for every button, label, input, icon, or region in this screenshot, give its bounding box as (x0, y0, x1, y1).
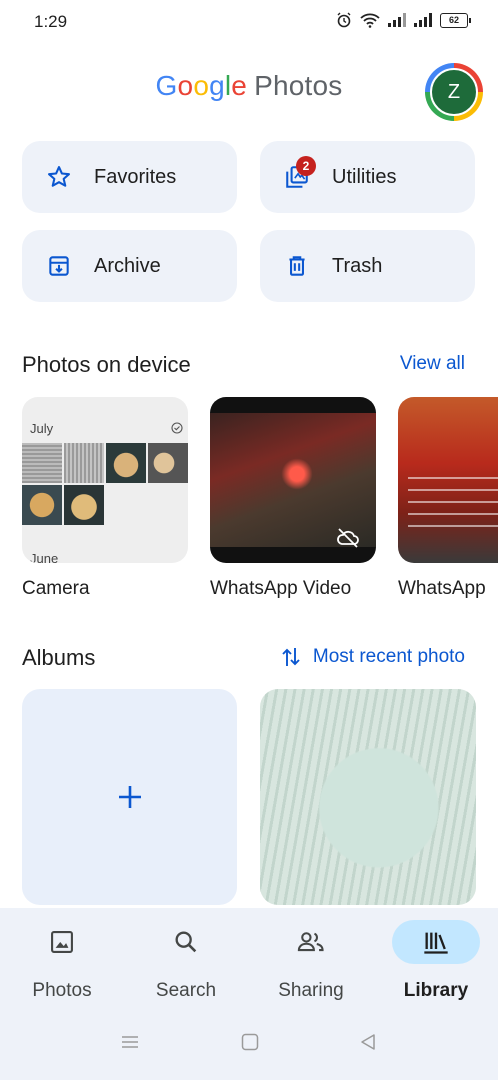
nav-photos[interactable]: Photos (0, 920, 124, 1002)
month-label: July (30, 421, 54, 436)
photo-thumb (22, 443, 62, 483)
account-avatar-button[interactable]: Z (425, 63, 483, 121)
star-icon (44, 162, 74, 192)
utilities-label: Utilities (332, 165, 397, 188)
folder-whatsapp-video-thumbnail[interactable] (210, 397, 376, 563)
folder-whatsapp-thumbnail[interactable] (398, 397, 498, 563)
sort-icon (282, 648, 300, 666)
photo-thumb (64, 443, 104, 483)
check-circle-icon (171, 422, 183, 434)
app-logo: Google Photos (155, 70, 343, 101)
cloud-off-icon (337, 528, 359, 548)
photo-thumb (22, 485, 62, 525)
calligraphy-overlay (408, 467, 498, 527)
trash-icon (282, 251, 312, 281)
trash-button[interactable]: Trash (260, 230, 475, 302)
nav-sharing[interactable]: Sharing (249, 920, 373, 1002)
folder-whatsapp-label[interactable]: WhatsApp (398, 578, 486, 600)
nav-photos-label: Photos (32, 980, 92, 1001)
album-thumbnail[interactable] (260, 689, 476, 905)
favorites-button[interactable]: Favorites (22, 141, 237, 213)
light-glow (280, 457, 314, 491)
back-icon[interactable] (358, 1032, 378, 1057)
photo-thumb (64, 485, 104, 525)
library-icon (392, 920, 480, 964)
albums-title: Albums (22, 645, 96, 670)
nav-library-label: Library (403, 980, 469, 1001)
photo-thumb (148, 443, 188, 483)
utilities-button[interactable]: 2 Utilities (260, 141, 475, 213)
favorites-label: Favorites (94, 165, 177, 188)
signal-icon-2 (414, 13, 432, 27)
folder-camera-label[interactable]: Camera (22, 578, 90, 600)
status-icons: 62 (336, 12, 471, 28)
folder-whatsapp-video-label[interactable]: WhatsApp Video (210, 578, 351, 600)
status-time: 1:29 (34, 12, 68, 31)
search-icon (142, 920, 230, 964)
photos-on-device-title: Photos on device (22, 352, 191, 377)
avatar: Z (430, 68, 478, 116)
status-bar: 1:29 62 (0, 0, 498, 44)
utilities-icon: 2 (282, 156, 316, 192)
menu-icon[interactable] (120, 1032, 140, 1057)
wifi-icon (360, 13, 380, 28)
battery-icon: 62 (440, 12, 471, 28)
photo-icon (18, 920, 106, 964)
alarm-icon (337, 12, 351, 28)
home-icon[interactable] (240, 1032, 260, 1057)
signal-icon-1 (388, 13, 406, 27)
archive-button[interactable]: Archive (22, 230, 237, 302)
sort-albums-button[interactable]: Most recent photo (281, 646, 465, 668)
plus-icon (118, 786, 141, 808)
trash-label: Trash (332, 254, 383, 277)
nav-search[interactable]: Search (124, 920, 248, 1002)
people-icon (267, 920, 355, 964)
folder-camera-thumbnail[interactable]: July June (22, 397, 188, 563)
archive-label: Archive (94, 254, 161, 277)
system-navigation (0, 1032, 498, 1068)
archive-icon (44, 251, 74, 281)
month-label: June (30, 551, 59, 563)
view-all-link[interactable]: View all (400, 353, 465, 375)
sort-label: Most recent photo (312, 646, 465, 667)
nav-library[interactable]: Library (374, 920, 498, 1002)
nav-sharing-label: Sharing (278, 980, 344, 1001)
photo-thumb (106, 443, 146, 483)
utilities-badge: 2 (296, 156, 316, 176)
nav-search-label: Search (155, 980, 217, 1001)
new-album-button[interactable] (22, 689, 237, 905)
